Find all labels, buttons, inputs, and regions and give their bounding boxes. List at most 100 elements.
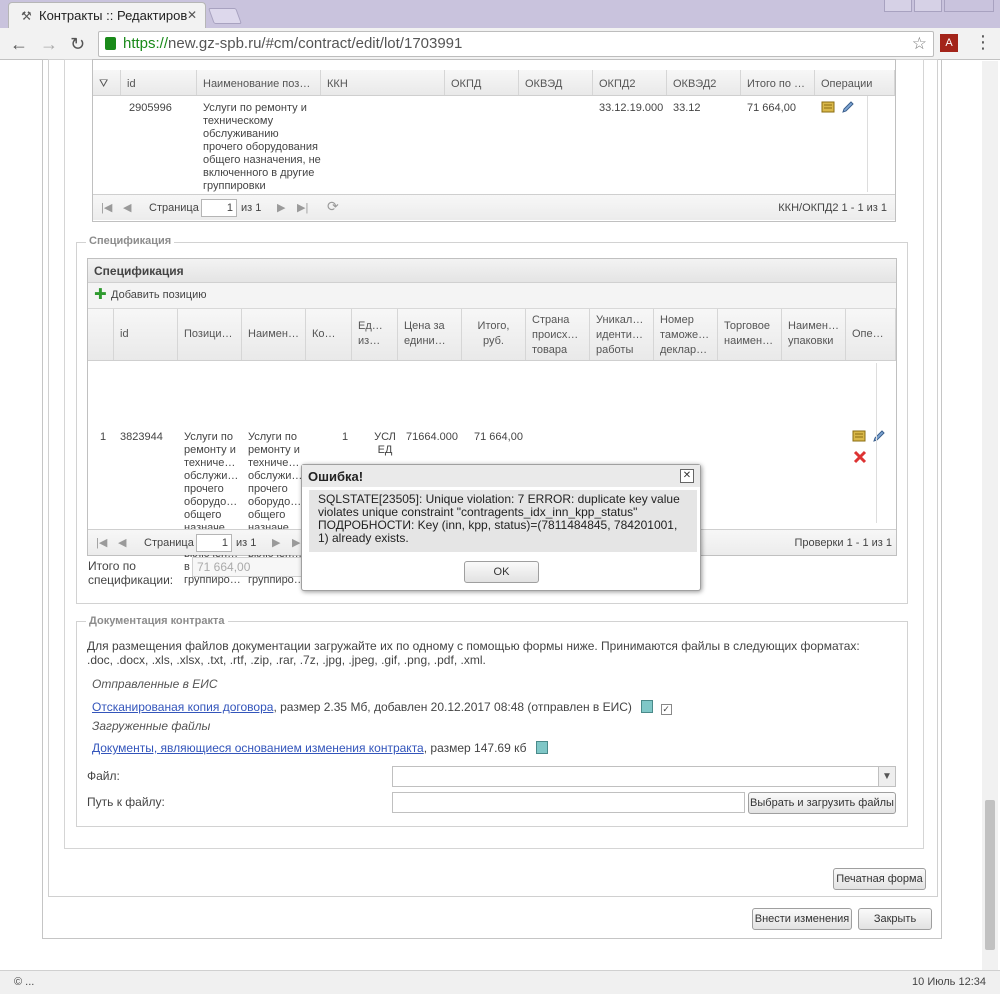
- col-unit[interactable]: Ед… из…: [352, 309, 398, 360]
- uploaded-file-row: Документы, являющиеся основанием изменен…: [92, 741, 548, 755]
- spec-grid-header: id Позиция… Наимен… Ко… Ед… из… Цена за …: [88, 309, 896, 361]
- back-icon[interactable]: ←: [10, 33, 28, 55]
- status-left: © ...: [14, 976, 35, 988]
- kkn-grid-header: ⛛ id Наименование пози… ККН ОКПД ОКВЭД О…: [93, 70, 895, 96]
- ok-button[interactable]: OK: [464, 561, 539, 583]
- col-operations[interactable]: Опера…: [846, 309, 896, 360]
- minimize-button[interactable]: [884, 0, 912, 12]
- delete-icon[interactable]: [852, 449, 868, 465]
- col-qty[interactable]: Ко…: [306, 309, 352, 360]
- new-tab-button[interactable]: [208, 8, 242, 24]
- col-name[interactable]: Наименование пози…: [197, 70, 321, 95]
- menu-icon[interactable]: ⋮: [974, 32, 992, 53]
- recycle-bin-icon[interactable]: [641, 700, 654, 713]
- close-tab-icon[interactable]: ✕: [187, 8, 197, 22]
- dialog-close-icon[interactable]: ✕: [680, 469, 694, 483]
- col-kkn[interactable]: ККН: [321, 70, 445, 95]
- page-label: Страница: [144, 537, 194, 549]
- col-total[interactable]: Итого по п…: [741, 70, 815, 95]
- add-position-button[interactable]: Добавить позицию: [111, 289, 207, 301]
- page-input[interactable]: 1: [201, 199, 237, 217]
- grid-divider: [867, 96, 868, 192]
- filter-icon[interactable]: ⛛: [93, 70, 121, 95]
- grid-divider: [876, 363, 877, 523]
- sent-file-link[interactable]: Отсканированая копия договора: [92, 700, 273, 714]
- prev-page-icon[interactable]: ◀: [118, 536, 126, 549]
- uploaded-file-link[interactable]: Документы, являющиеся основанием изменен…: [92, 741, 424, 755]
- kkn-grid: ⛛ id Наименование пози… ККН ОКПД ОКВЭД О…: [92, 59, 896, 222]
- next-page-icon[interactable]: ▶: [277, 201, 285, 214]
- col-okved[interactable]: ОКВЭД: [519, 70, 593, 95]
- first-page-icon[interactable]: |◀: [101, 201, 112, 214]
- sent-checkbox[interactable]: ✓: [660, 704, 672, 715]
- last-page-icon[interactable]: ▶|: [297, 201, 308, 214]
- kkn-row-total: 71 664,00: [747, 102, 796, 114]
- close-button[interactable]: Закрыть: [858, 908, 932, 930]
- first-page-icon[interactable]: |◀: [96, 536, 107, 549]
- kkn-row-name: Услуги по ремонту и техническому обслужи…: [203, 102, 321, 192]
- edit-pencil-icon[interactable]: [841, 100, 855, 114]
- kkn-pager: |◀ ◀ Страница 1 из 1 ▶ ▶| ⟳ ККН/ОКПД2 1 …: [93, 194, 895, 220]
- spec-row-id: 3823944: [120, 431, 163, 443]
- col-operations[interactable]: Операции: [815, 70, 895, 95]
- spec-row-name-line: техниче…: [248, 457, 300, 469]
- col-okved2[interactable]: ОКВЭД2: [667, 70, 741, 95]
- window-close-button[interactable]: [944, 0, 994, 12]
- col-okpd[interactable]: ОКПД: [445, 70, 519, 95]
- pdf-extension-icon[interactable]: A: [940, 34, 958, 52]
- col-customs[interactable]: Номер таможен… деклара…: [654, 309, 718, 360]
- file-select[interactable]: ▼: [392, 766, 896, 787]
- error-dialog: Ошибка! ✕ SQLSTATE[23505]: Unique violat…: [301, 464, 701, 591]
- col-trade-name[interactable]: Торговое наимено…: [718, 309, 782, 360]
- col-total[interactable]: Итого, руб.: [462, 309, 526, 360]
- apply-changes-button[interactable]: Внести изменения: [752, 908, 852, 930]
- prev-page-icon[interactable]: ◀: [123, 201, 131, 214]
- edit-pencil-icon[interactable]: [872, 429, 886, 443]
- refresh-icon[interactable]: ⟳: [327, 198, 339, 215]
- bookmark-star-icon[interactable]: ☆: [912, 32, 927, 56]
- pager-summary: ККН/ОКПД2 1 - 1 из 1: [778, 202, 887, 214]
- add-icon[interactable]: ✚: [94, 287, 107, 302]
- dialog-message: SQLSTATE[23505]: Unique violation: 7 ERR…: [309, 490, 697, 552]
- chevron-down-icon[interactable]: ▼: [878, 767, 895, 786]
- col-okpd2[interactable]: ОКПД2: [593, 70, 667, 95]
- maximize-button[interactable]: [914, 0, 942, 12]
- spec-toolbar: ✚ Добавить позицию: [88, 283, 896, 309]
- spec-row-name-line: Услуги по: [248, 431, 297, 443]
- kkn-row-okved2: 33.12: [673, 102, 701, 114]
- choose-upload-button[interactable]: Выбрать и загрузить файлы: [748, 792, 896, 814]
- spec-row-name-line: ремонту и: [248, 444, 300, 456]
- page-of: из 1: [241, 202, 262, 214]
- ledger-icon[interactable]: [852, 429, 866, 443]
- spec-row-position-line: прочего: [184, 483, 224, 495]
- scrollbar-thumb[interactable]: [985, 800, 995, 950]
- ledger-icon[interactable]: [821, 100, 835, 114]
- col-country[interactable]: Страна происхо… товара: [526, 309, 590, 360]
- path-label: Путь к файлу:: [87, 795, 165, 809]
- page-of: из 1: [236, 537, 257, 549]
- col-position[interactable]: Позиция…: [178, 309, 242, 360]
- spec-panel-title: Спецификация: [88, 259, 896, 283]
- recycle-bin-icon[interactable]: [535, 741, 548, 754]
- browser-tab[interactable]: ⚒ Контракты :: Редактиров ✕: [8, 2, 206, 28]
- col-unique-id[interactable]: Уникаль… идентиф… работы у…: [590, 309, 654, 360]
- forward-icon[interactable]: →: [40, 33, 58, 55]
- spec-row-unit-line: УСЛ: [374, 431, 396, 443]
- spec-row-unit-line: ЕД: [377, 444, 393, 456]
- reload-icon[interactable]: ↻: [70, 33, 85, 55]
- browser-tabstrip: ⚒ Контракты :: Редактиров ✕: [0, 0, 1000, 28]
- path-input[interactable]: [392, 792, 745, 813]
- col-package[interactable]: Наимен… упаковки: [782, 309, 846, 360]
- print-form-button[interactable]: Печатная форма: [833, 868, 926, 890]
- col-name[interactable]: Наимен…: [242, 309, 306, 360]
- spec-row-name-line: общего: [248, 509, 286, 521]
- col-price[interactable]: Цена за едини…: [398, 309, 462, 360]
- url-input[interactable]: https://new.gz-spb.ru/#cm/contract/edit/…: [98, 31, 934, 57]
- spec-total-label-1: Итого по: [88, 559, 136, 573]
- page-input[interactable]: 1: [196, 534, 232, 552]
- col-id[interactable]: id: [114, 309, 178, 360]
- spec-row-position-line: техниче…: [184, 457, 236, 469]
- next-page-icon[interactable]: ▶: [272, 536, 280, 549]
- spec-row-price: 71664.000: [406, 431, 458, 443]
- col-id[interactable]: id: [121, 70, 197, 95]
